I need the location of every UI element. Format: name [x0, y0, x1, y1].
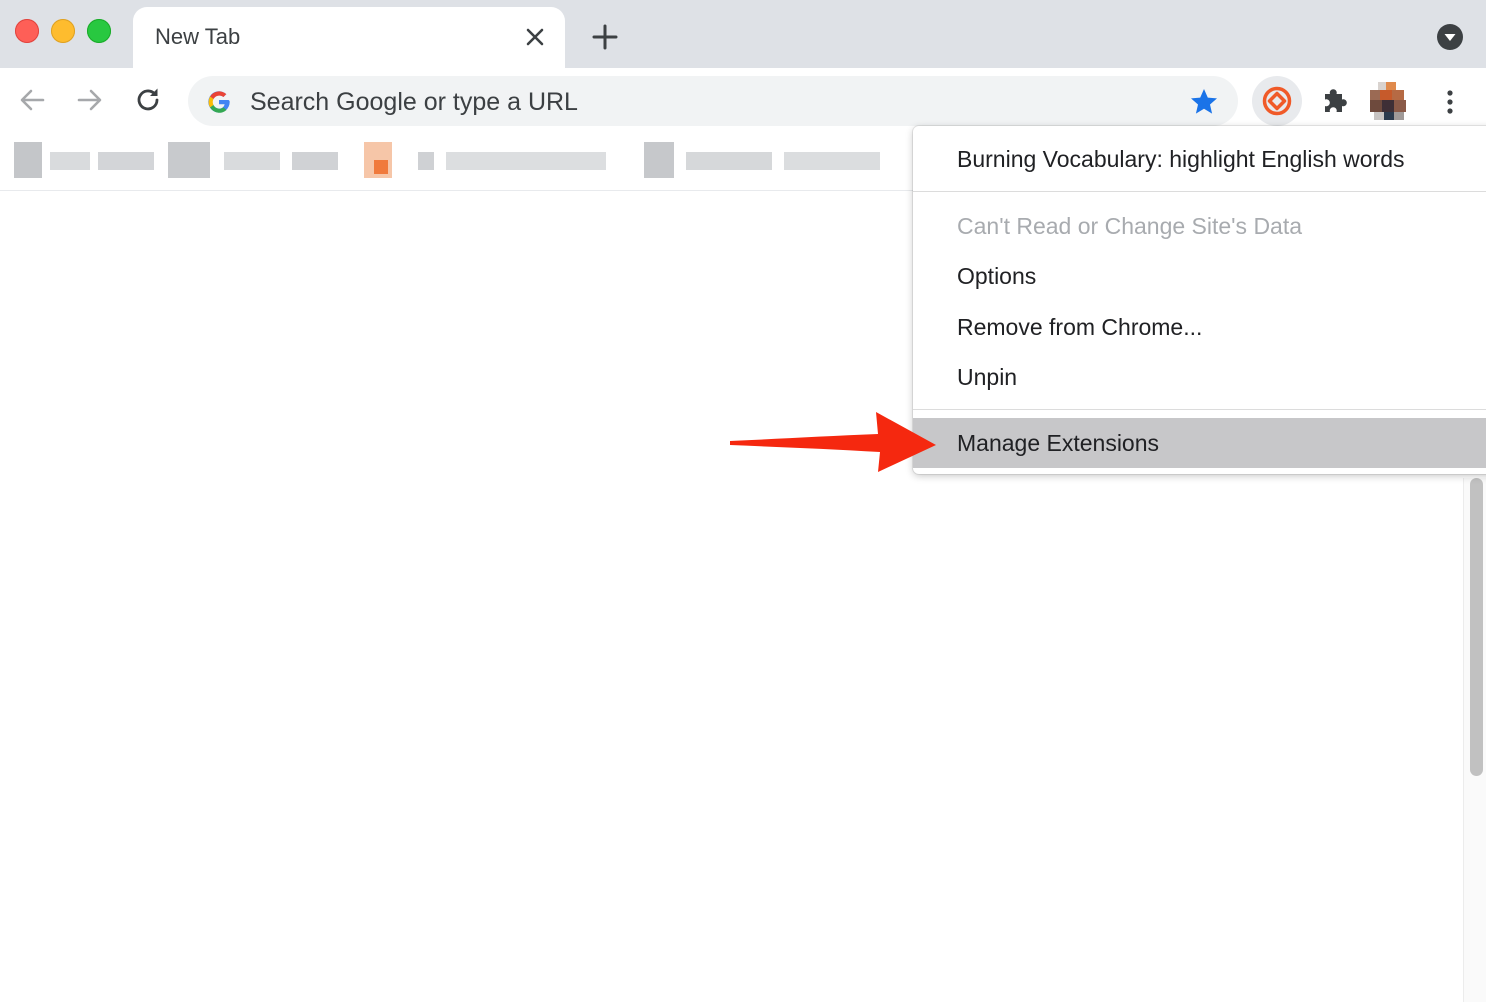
google-g-icon: [208, 91, 230, 113]
tab-close-button[interactable]: [521, 23, 549, 51]
back-button[interactable]: [14, 82, 50, 118]
forward-button[interactable]: [72, 82, 108, 118]
arrow-left-icon: [20, 89, 45, 111]
menu-item-label: Can't Read or Change Site's Data: [957, 213, 1303, 239]
arrow-right-icon: [77, 89, 102, 111]
extension-context-menu: Burning Vocabulary: highlight English wo…: [913, 126, 1486, 474]
tab-new-tab[interactable]: New Tab: [133, 7, 565, 68]
profile-avatar[interactable]: [1370, 82, 1414, 126]
avatar-image: [1370, 82, 1406, 120]
close-icon: [526, 28, 544, 46]
menu-item-remove[interactable]: Remove from Chrome...: [913, 302, 1486, 352]
toolbar: [0, 68, 1486, 132]
menu-separator: [913, 191, 1486, 192]
menu-item-label: Unpin: [957, 364, 1018, 390]
bookmark-item[interactable]: [14, 142, 156, 178]
tab-strip: New Tab: [0, 0, 1486, 68]
annotation-arrow-icon: [730, 412, 936, 472]
bookmark-item[interactable]: [364, 142, 614, 178]
more-vertical-icon: [1447, 90, 1453, 114]
plus-icon: [592, 24, 618, 50]
tab-search-button[interactable]: [1436, 23, 1464, 51]
close-window-icon[interactable]: [15, 19, 39, 43]
menu-item-options[interactable]: Options: [913, 251, 1486, 301]
menu-item-site-access: Can't Read or Change Site's Data: [913, 201, 1486, 251]
menu-item-extension-name[interactable]: Burning Vocabulary: highlight English wo…: [913, 134, 1486, 184]
chrome-menu-button[interactable]: [1436, 84, 1464, 120]
bookmark-item[interactable]: [644, 142, 884, 178]
scrollbar-thumb[interactable]: [1470, 478, 1483, 776]
menu-item-manage-extensions[interactable]: Manage Extensions: [913, 418, 1486, 468]
burning-vocabulary-extension-button[interactable]: [1252, 76, 1302, 126]
minimize-window-icon[interactable]: [51, 19, 75, 43]
bookmark-item[interactable]: [168, 142, 350, 178]
omnibox[interactable]: [188, 76, 1238, 126]
puzzle-icon: [1325, 89, 1347, 112]
bookmark-star-button[interactable]: [1188, 86, 1220, 118]
menu-item-label: Burning Vocabulary: highlight English wo…: [957, 146, 1405, 172]
star-icon: [1191, 89, 1217, 114]
menu-separator: [913, 409, 1486, 410]
reload-icon: [137, 88, 159, 111]
browser-window: New Tab Search Google or type a URL Burn…: [0, 0, 1486, 1002]
maximize-window-icon[interactable]: [87, 19, 111, 43]
menu-item-unpin[interactable]: Unpin: [913, 352, 1486, 402]
search-input[interactable]: [248, 81, 1152, 123]
chevron-down-icon: [1437, 24, 1463, 50]
menu-item-label: Remove from Chrome...: [957, 314, 1203, 340]
menu-item-label: Manage Extensions: [957, 430, 1160, 456]
extensions-button[interactable]: [1316, 82, 1354, 120]
burning-vocabulary-icon: [1262, 86, 1292, 116]
tab-title: New Tab: [155, 24, 241, 49]
reload-button[interactable]: [130, 82, 166, 118]
new-tab-button[interactable]: [588, 20, 622, 54]
menu-item-label: Options: [957, 263, 1037, 289]
